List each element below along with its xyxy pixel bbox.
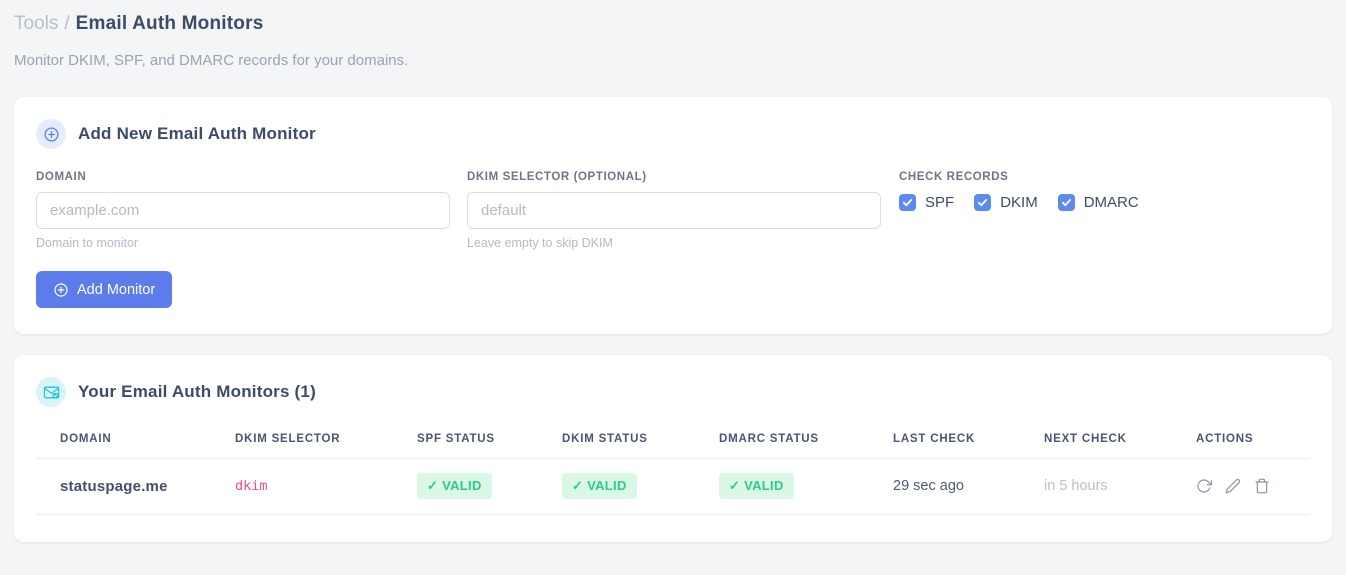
dkim-status-badge: ✓ VALID [562, 473, 637, 499]
dmarc-checkbox-option[interactable]: DMARC [1057, 194, 1139, 211]
add-monitor-button[interactable]: Add Monitor [36, 271, 173, 308]
domain-field-label: DOMAIN [36, 171, 87, 183]
page-title: Email Auth Monitors [75, 13, 264, 34]
row-dkim-selector: dkim [211, 458, 393, 515]
plus-circle-icon [54, 282, 68, 297]
header-domain: DOMAIN [36, 421, 211, 459]
domain-field-group: DOMAIN Domain to monitor [36, 171, 450, 250]
dkim-checkbox-option[interactable]: DKIM [974, 194, 1038, 211]
spf-checkbox-label: SPF [925, 194, 955, 211]
header-actions: ACTIONS [1172, 421, 1310, 459]
table-row: statuspage.me dkim ✓ VALID ✓ VALID ✓ VAL… [36, 458, 1310, 515]
edit-pencil-icon[interactable] [1225, 478, 1241, 494]
breadcrumb-tools-link[interactable]: Tools [14, 13, 58, 34]
dkim-checkbox[interactable] [974, 194, 992, 211]
row-last-check: 29 sec ago [869, 458, 1020, 515]
check-records-options: SPF DKIM DMARC [899, 194, 1139, 211]
header-dkim-status: DKIM STATUS [538, 421, 695, 459]
dmarc-checkbox-label: DMARC [1083, 194, 1139, 211]
add-monitor-card: Add New Email Auth Monitor DOMAIN Domain… [14, 97, 1332, 334]
row-next-check: in 5 hours [1020, 458, 1172, 515]
spf-checkbox[interactable] [899, 194, 916, 211]
monitors-table: DOMAIN DKIM SELECTOR SPF STATUS DKIM STA… [36, 421, 1310, 515]
dmarc-checkbox[interactable] [1057, 194, 1075, 211]
dkim-selector-field-label: DKIM SELECTOR (OPTIONAL) [467, 171, 647, 183]
header-spf-status: SPF STATUS [393, 421, 538, 459]
table-header-row: DOMAIN DKIM SELECTOR SPF STATUS DKIM STA… [36, 421, 1310, 459]
add-card-header: Add New Email Auth Monitor [36, 119, 1310, 149]
dkim-checkbox-label: DKIM [1000, 194, 1038, 211]
trash-icon[interactable] [1254, 478, 1270, 494]
domain-field-helper: Domain to monitor [36, 236, 139, 250]
mail-check-icon [36, 377, 66, 407]
monitors-card-header: Your Email Auth Monitors (1) [36, 377, 1310, 407]
refresh-icon[interactable] [1196, 478, 1212, 494]
page-subtitle: Monitor DKIM, SPF, and DMARC records for… [14, 52, 409, 69]
row-domain: statuspage.me [36, 458, 211, 515]
monitors-list-card: Your Email Auth Monitors (1) DOMAIN DKIM… [14, 355, 1332, 542]
add-card-title: Add New Email Auth Monitor [78, 124, 316, 143]
header-dmarc-status: DMARC STATUS [695, 421, 869, 459]
spf-checkbox-option[interactable]: SPF [899, 194, 954, 211]
dkim-selector-input[interactable] [467, 192, 881, 229]
check-records-group: CHECK RECORDS SPF DKIM DMARC [899, 171, 1139, 211]
plus-circle-icon [36, 119, 66, 149]
header-dkim-selector: DKIM SELECTOR [211, 421, 393, 459]
dmarc-status-badge: ✓ VALID [719, 473, 794, 499]
dkim-selector-field-group: DKIM SELECTOR (OPTIONAL) Leave empty to … [467, 171, 881, 250]
row-actions [1196, 478, 1302, 494]
breadcrumb: Tools / Email Auth Monitors [14, 12, 1332, 36]
check-records-label: CHECK RECORDS [899, 171, 1009, 183]
dkim-selector-field-helper: Leave empty to skip DKIM [467, 236, 613, 250]
domain-input[interactable] [36, 192, 450, 229]
header-next-check: NEXT CHECK [1020, 421, 1172, 459]
monitors-card-title: Your Email Auth Monitors (1) [78, 382, 316, 401]
header-last-check: LAST CHECK [869, 421, 1020, 459]
email-auth-monitors-page: Tools / Email Auth Monitors Monitor DKIM, … [0, 0, 1346, 542]
breadcrumb-separator: / [64, 13, 70, 34]
spf-status-badge: ✓ VALID [417, 473, 492, 499]
add-monitor-button-label: Add Monitor [77, 281, 156, 298]
add-monitor-form: DOMAIN Domain to monitor DKIM SELECTOR (… [36, 171, 1310, 250]
